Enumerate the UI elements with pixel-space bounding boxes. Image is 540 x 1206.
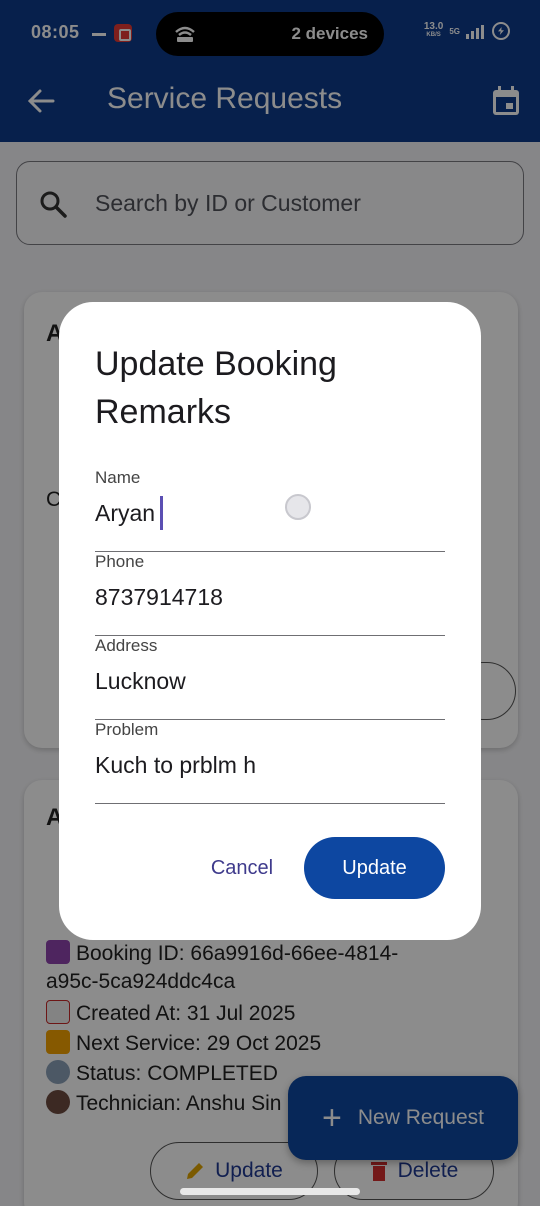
update-booking-dialog: Update Booking Remarks Name Phone Addres…	[59, 302, 481, 940]
name-field[interactable]: Name	[95, 468, 445, 552]
address-field-label: Address	[95, 636, 158, 655]
phone-field[interactable]: Phone	[95, 552, 445, 636]
text-cursor	[160, 496, 163, 530]
phone-field-label: Phone	[95, 552, 145, 571]
screen: 08:05 2 devices 13.0 KB/S 5G Service Req…	[0, 0, 540, 1206]
address-field[interactable]: Address	[95, 636, 445, 720]
name-input[interactable]	[95, 500, 435, 527]
problem-field[interactable]: Problem	[95, 720, 445, 804]
problem-field-label: Problem	[95, 720, 159, 739]
problem-input[interactable]	[95, 752, 435, 779]
dialog-title: Update Booking Remarks	[95, 345, 337, 431]
touch-indicator	[285, 494, 311, 520]
home-indicator[interactable]	[180, 1188, 360, 1195]
cancel-button[interactable]: Cancel	[197, 842, 287, 894]
confirm-update-button[interactable]: Update	[304, 837, 445, 899]
phone-input[interactable]	[95, 584, 435, 611]
name-field-label: Name	[95, 468, 141, 487]
address-input[interactable]	[95, 668, 435, 695]
